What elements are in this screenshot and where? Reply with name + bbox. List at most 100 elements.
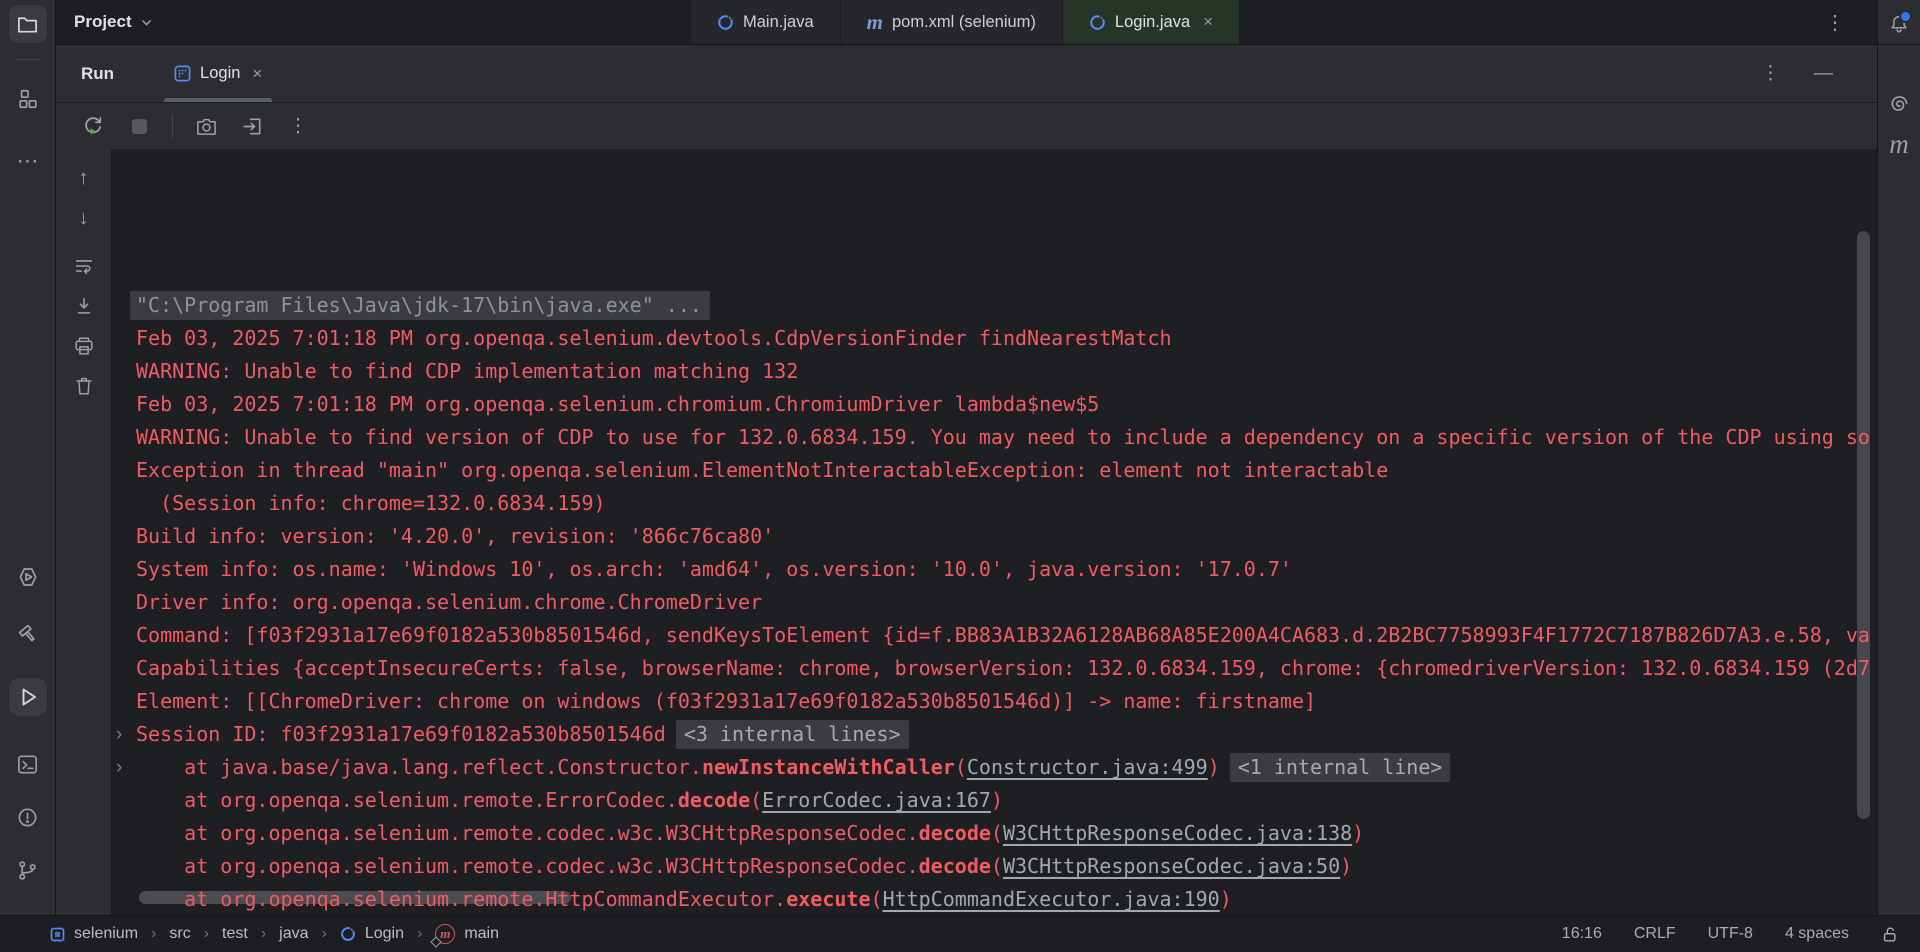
editor-tab[interactable]: mpom.xml (selenium): [841, 0, 1063, 44]
screenshot-button[interactable]: [191, 111, 221, 141]
scroll-to-end-button[interactable]: [69, 291, 99, 321]
console-text: ): [1208, 755, 1220, 779]
console-text: decode: [919, 821, 991, 845]
divider: [15, 59, 41, 60]
breadcrumb-item[interactable]: test: [222, 925, 248, 943]
console-line: Element: [[ChromeDriver: chrome on windo…: [136, 685, 1877, 718]
console-line: at org.openqa.selenium.remote.codec.w3c.…: [136, 850, 1877, 883]
git-tool-button[interactable]: [9, 851, 47, 889]
console-text: Driver info: org.openqa.selenium.chrome.…: [136, 590, 762, 614]
modules-icon: [17, 88, 39, 110]
console-text: at java.base/java.lang.reflect.Construct…: [136, 755, 702, 779]
soft-wrap-button[interactable]: [69, 251, 99, 281]
toolbar-kebab[interactable]: ⋮: [283, 111, 313, 141]
import-thread-dump-button[interactable]: [237, 111, 267, 141]
maven-module-icon: m: [435, 924, 455, 944]
problems-tool-button[interactable]: [9, 798, 47, 836]
editor-tab[interactable]: Login.java×: [1063, 0, 1240, 44]
camera-icon: [195, 115, 218, 138]
prev-stack-frame-button[interactable]: ↑: [69, 163, 99, 193]
stacktrace-link[interactable]: ErrorCodec.java:167: [762, 788, 991, 812]
folded-lines-badge[interactable]: <1 internal line>: [1230, 753, 1451, 782]
build-tool-button[interactable]: [9, 615, 47, 653]
more-options-kebab[interactable]: ⋮: [1757, 60, 1784, 87]
terminal-tool-button[interactable]: [9, 745, 47, 783]
stop-button[interactable]: [124, 111, 154, 141]
editor-tab[interactable]: Main.java: [691, 0, 841, 44]
breadcrumb: selenium›src›test›java›Login›mmain: [50, 924, 499, 944]
stacktrace-link[interactable]: W3CHttpResponseCodec.java:50: [1003, 854, 1340, 878]
console-text: at org.openqa.selenium.remote.ErrorCodec…: [136, 788, 678, 812]
more-tool-windows-button[interactable]: ⋯: [9, 142, 47, 180]
printer-icon: [73, 335, 95, 357]
status-widget[interactable]: UTF-8: [1708, 925, 1753, 943]
console-text: Build info: version: '4.20.0', revision:…: [136, 524, 774, 548]
editor-tab-strip: Main.javampom.xml (selenium)Login.java×: [691, 0, 1240, 44]
project-switcher[interactable]: Project: [68, 0, 159, 44]
breadcrumb-item[interactable]: src: [169, 925, 190, 943]
unlock-icon: [1881, 925, 1900, 944]
breadcrumb-item[interactable]: mmain: [435, 924, 499, 944]
breadcrumb-label: src: [169, 925, 190, 943]
java-class-icon: [717, 14, 734, 31]
stacktrace-link[interactable]: Constructor.java:499: [967, 755, 1208, 779]
rerun-button[interactable]: [78, 111, 108, 141]
hide-tool-window-button[interactable]: —: [1810, 61, 1837, 87]
stacktrace-link[interactable]: W3CHttpResponseCodec.java:138: [1003, 821, 1352, 845]
status-widget[interactable]: 16:16: [1562, 925, 1602, 943]
console-text: (: [991, 821, 1003, 845]
arrow-into-box-icon: [241, 115, 264, 138]
java-class-icon: [1089, 14, 1106, 31]
rerun-icon: [81, 114, 105, 138]
console-line: Driver info: org.openqa.selenium.chrome.…: [136, 586, 1877, 619]
console-text: newInstanceWithCaller: [702, 755, 955, 779]
project-icon: [50, 927, 65, 942]
folder-icon: [16, 13, 39, 36]
console-line: at org.openqa.selenium.remote.HttpComman…: [136, 883, 1877, 915]
console-text: (: [955, 755, 967, 779]
run-tab-login[interactable]: Login ×: [162, 45, 274, 102]
run-console[interactable]: "C:\Program Files\Java\jdk-17\bin\java.e…: [111, 149, 1877, 915]
ai-assistant-button[interactable]: [1882, 87, 1916, 121]
stop-icon: [132, 119, 147, 134]
maven-tool-button[interactable]: m: [1882, 127, 1916, 161]
breadcrumb-item[interactable]: java: [279, 925, 308, 943]
terminal-icon: [16, 753, 39, 776]
structure-tool-button[interactable]: [9, 80, 47, 118]
services-tool-button[interactable]: [9, 558, 47, 596]
print-button[interactable]: [69, 331, 99, 361]
main-menu-kebab[interactable]: ⋮: [1819, 7, 1849, 37]
status-widget[interactable]: 4 spaces: [1785, 925, 1849, 943]
run-tool-button[interactable]: [9, 678, 47, 716]
write-access-button[interactable]: [1881, 925, 1900, 944]
console-line: Command: [f03f2931a17e69f0182a530b850154…: [136, 619, 1877, 652]
close-icon[interactable]: ×: [1203, 12, 1213, 32]
next-stack-frame-button[interactable]: ↓: [69, 203, 99, 233]
clear-all-button[interactable]: [69, 371, 99, 401]
fold-expand-icon[interactable]: ›: [116, 751, 122, 784]
console-text: ): [1352, 821, 1364, 845]
close-icon[interactable]: ×: [252, 64, 262, 84]
folded-command-line[interactable]: "C:\Program Files\Java\jdk-17\bin\java.e…: [130, 291, 710, 320]
soft-wrap-icon: [73, 255, 95, 277]
console-text: decode: [678, 788, 750, 812]
run-play-icon: [16, 685, 40, 709]
console-line: (Session info: chrome=132.0.6834.159): [136, 487, 1877, 520]
status-widget[interactable]: CRLF: [1634, 925, 1676, 943]
stacktrace-link[interactable]: HttpCommandExecutor.java:190: [883, 887, 1220, 911]
hammer-icon: [16, 622, 40, 646]
breadcrumb-item[interactable]: Login: [340, 925, 404, 943]
breadcrumb-separator: ›: [417, 925, 422, 943]
console-line: Feb 03, 2025 7:01:18 PM org.openqa.selen…: [136, 388, 1877, 421]
console-line: WARNING: Unable to find version of CDP t…: [136, 421, 1877, 454]
notifications-button[interactable]: [1882, 7, 1916, 41]
notification-dot: [1899, 10, 1912, 23]
console-text: Command: [f03f2931a17e69f0182a530b850154…: [136, 623, 1870, 647]
folded-lines-badge[interactable]: <3 internal lines>: [676, 720, 909, 749]
project-tool-button[interactable]: [9, 5, 47, 43]
down-arrow-icon: ↓: [79, 208, 89, 228]
breadcrumb-item[interactable]: selenium: [50, 925, 138, 943]
console-line: WARNING: Unable to find CDP implementati…: [136, 355, 1877, 388]
console-line: Exception in thread "main" org.openqa.se…: [136, 454, 1877, 487]
fold-expand-icon[interactable]: ›: [116, 718, 122, 751]
